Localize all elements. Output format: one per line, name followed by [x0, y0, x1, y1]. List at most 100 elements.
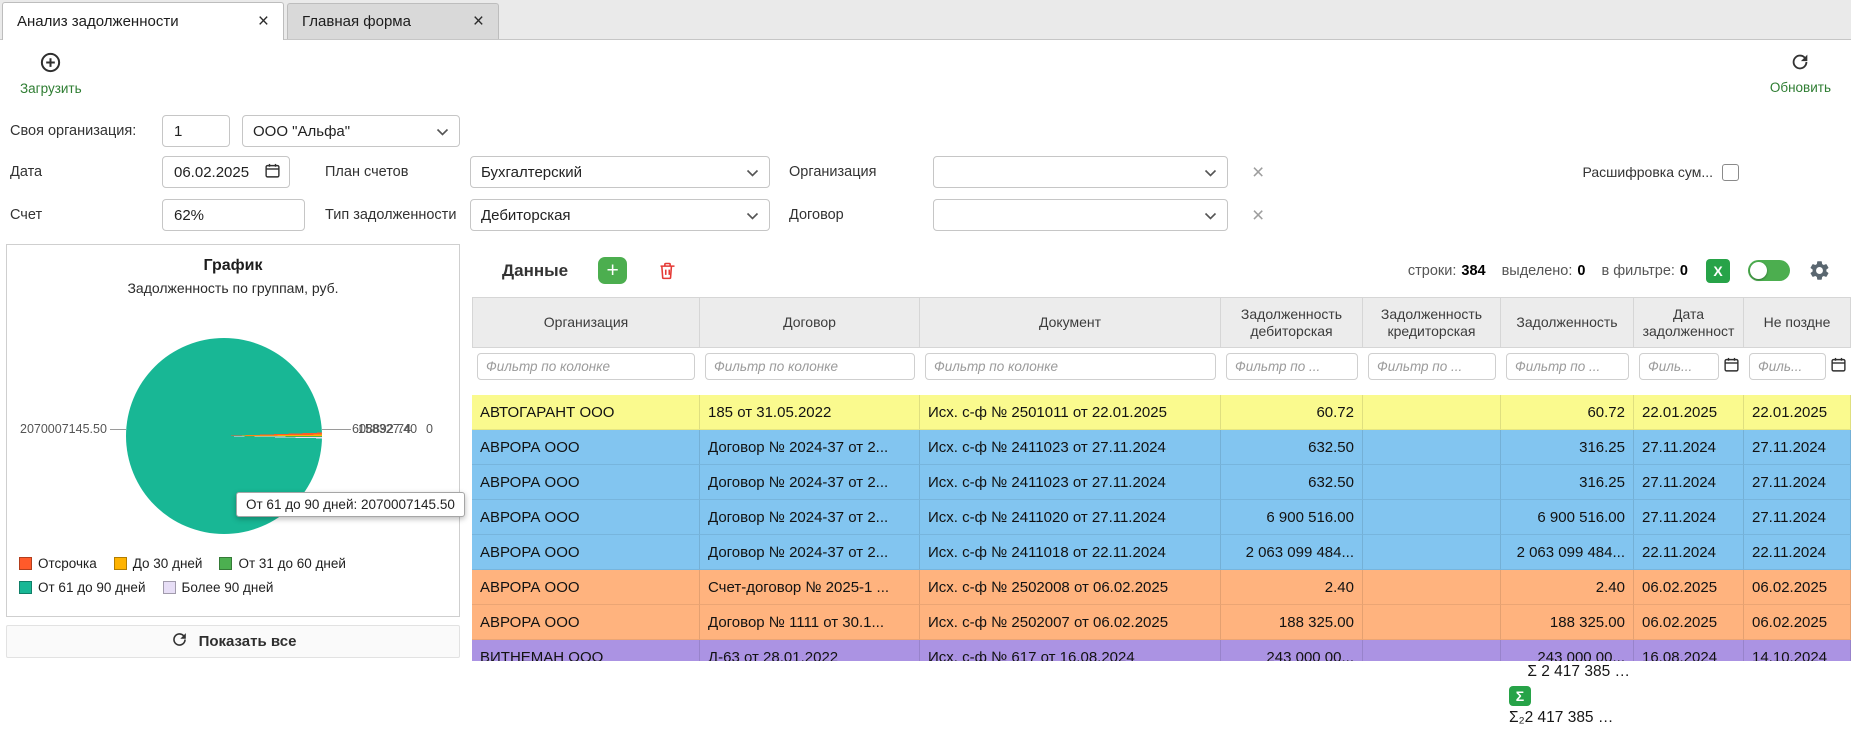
pie-label-right: 0	[426, 422, 433, 436]
legend-item: До 30 дней	[114, 556, 203, 571]
date-input[interactable]	[172, 163, 259, 182]
cell-contract: Договор № 2024-37 от 2...	[700, 430, 920, 465]
cell-credit	[1363, 535, 1501, 570]
column-filter-input[interactable]	[477, 353, 695, 380]
load-button[interactable]: Загрузить	[20, 51, 82, 96]
add-row-button[interactable]: +	[598, 257, 627, 284]
refresh-button[interactable]: Обновить	[1770, 51, 1831, 95]
close-icon[interactable]: ×	[246, 12, 269, 31]
column-filter-input[interactable]	[1506, 353, 1629, 380]
cell-credit	[1363, 500, 1501, 535]
accounts-plan-select[interactable]: Бухгалтерский	[470, 156, 770, 188]
account-input[interactable]	[172, 206, 295, 225]
cell-not-later: 22.11.2024	[1744, 535, 1851, 570]
own-org-code-input[interactable]	[172, 122, 220, 141]
chevron-down-icon	[1204, 164, 1217, 181]
delete-row-button[interactable]	[657, 260, 678, 281]
column-filter-input[interactable]	[1749, 353, 1826, 380]
column-header[interactable]: Задолженность дебиторская	[1221, 297, 1363, 348]
debt-sum-secondary: Σ₂2 417 385 …	[1509, 709, 1613, 727]
table-row[interactable]: АВТОГАРАНТ ООО 185 от 31.05.2022 Исх. с-…	[472, 395, 1851, 430]
debt-type-value: Дебиторская	[481, 207, 571, 224]
table-row[interactable]: АВРОРА ООО Договор № 2024-37 от 2... Исх…	[472, 535, 1851, 570]
table-row[interactable]: АВРОРА ООО Договор № 2024-37 от 2... Исх…	[472, 500, 1851, 535]
sigma-icon[interactable]: Σ	[1509, 686, 1531, 706]
cell-date: 06.02.2025	[1634, 570, 1744, 605]
cell-debt: 2 063 099 484...	[1501, 535, 1634, 570]
column-header[interactable]: Документ	[920, 297, 1221, 348]
column-header[interactable]: Дата задолженност	[1634, 297, 1744, 348]
cell-credit	[1363, 395, 1501, 430]
table-row[interactable]: ВИТНЕМАН ООО Д-63 от 28.01.2022 Исх. с-ф…	[472, 640, 1851, 661]
cell-debit: 243 000 00...	[1221, 640, 1363, 661]
cell-debit: 188 325.00	[1221, 605, 1363, 640]
table-row[interactable]: АВРОРА ООО Договор № 2024-37 от 2... Исх…	[472, 465, 1851, 500]
cell-date: 22.11.2024	[1634, 535, 1744, 570]
filters-panel: Своя организация: ООО "Альфа" Дата План …	[0, 106, 1851, 242]
cell-org: АВРОРА ООО	[472, 570, 700, 605]
legend-swatch-31-60	[219, 557, 232, 570]
cell-org: ВИТНЕМАН ООО	[472, 640, 700, 661]
own-org-value: ООО "Альфа"	[253, 123, 350, 140]
refresh-icon	[1789, 51, 1811, 77]
cell-not-later: 06.02.2025	[1744, 605, 1851, 640]
show-all-button[interactable]: Показать все	[6, 625, 460, 658]
cell-not-later: 27.11.2024	[1744, 430, 1851, 465]
clear-contract-icon[interactable]: ×	[1252, 205, 1264, 226]
tab-debt-analysis[interactable]: Анализ задолженности ×	[2, 2, 284, 40]
organization-select[interactable]	[933, 156, 1228, 188]
cell-credit	[1363, 570, 1501, 605]
column-filter-input[interactable]	[925, 353, 1216, 380]
cell-doc: Исх. с-ф № 2411023 от 27.11.2024	[920, 430, 1221, 465]
filtered-count: в фильтре:0	[1601, 263, 1688, 279]
chart-legend: Отсрочка До 30 дней От 31 до 60 дней От …	[19, 556, 346, 595]
column-filter-input[interactable]	[705, 353, 915, 380]
cell-credit	[1363, 465, 1501, 500]
rows-count: строки:384	[1408, 263, 1486, 279]
calendar-icon[interactable]	[1831, 357, 1846, 376]
column-header[interactable]: Договор	[700, 297, 920, 348]
cell-doc: Исх. с-ф № 2502007 от 06.02.2025	[920, 605, 1221, 640]
cell-credit	[1363, 640, 1501, 661]
date-field[interactable]	[162, 156, 290, 188]
table-footer: Σ 2 417 385 … Σ Σ₂2 417 385 …	[472, 663, 1851, 727]
legend-swatch-bolee90	[163, 581, 176, 594]
table-row[interactable]: АВРОРА ООО Договор № 2024-37 от 2... Исх…	[472, 430, 1851, 465]
column-header[interactable]: Задолженность кредиторская	[1363, 297, 1501, 348]
table-row[interactable]: АВРОРА ООО Счет-договор № 2025-1 ... Исх…	[472, 570, 1851, 605]
column-header[interactable]: Организация	[472, 297, 700, 348]
cell-doc: Исх. с-ф № 2411023 от 27.11.2024	[920, 465, 1221, 500]
cell-not-later: 14.10.2024	[1744, 640, 1851, 661]
decode-sum-checkbox[interactable]	[1722, 164, 1739, 181]
tab-label: Главная форма	[302, 13, 411, 30]
legend-swatch-otsrochka	[19, 557, 32, 570]
calendar-icon[interactable]	[1724, 357, 1739, 376]
gear-icon[interactable]	[1808, 259, 1831, 282]
column-filter-input[interactable]	[1226, 353, 1358, 380]
account-field[interactable]	[162, 199, 305, 231]
own-org-label: Своя организация:	[10, 123, 162, 139]
cell-debit: 6 900 516.00	[1221, 500, 1363, 535]
column-filter-input[interactable]	[1639, 353, 1719, 380]
toggle-knob	[1750, 262, 1767, 279]
own-org-select[interactable]: ООО "Альфа"	[242, 115, 460, 147]
contract-select[interactable]	[933, 199, 1228, 231]
clear-organization-icon[interactable]: ×	[1252, 162, 1264, 183]
cell-date: 27.11.2024	[1634, 430, 1744, 465]
cell-doc: Исх. с-ф № 2411018 от 22.11.2024	[920, 535, 1221, 570]
color-toggle[interactable]	[1748, 260, 1790, 281]
contract-label: Договор	[789, 207, 933, 223]
export-excel-icon[interactable]: X	[1706, 259, 1730, 283]
own-org-code-field[interactable]	[162, 115, 230, 147]
table-row[interactable]: АВРОРА ООО Договор № 1111 от 30.1... Исх…	[472, 605, 1851, 640]
column-header[interactable]: Задолженность	[1501, 297, 1634, 348]
tab-main-form[interactable]: Главная форма ×	[287, 3, 499, 39]
column-header[interactable]: Не поздне	[1744, 297, 1851, 348]
close-icon[interactable]: ×	[461, 12, 484, 31]
tab-label: Анализ задолженности	[17, 13, 179, 30]
column-filter-input[interactable]	[1368, 353, 1496, 380]
show-all-label: Показать все	[199, 633, 297, 650]
cell-not-later: 27.11.2024	[1744, 500, 1851, 535]
calendar-icon[interactable]	[265, 163, 280, 182]
debt-type-select[interactable]: Дебиторская	[470, 199, 770, 231]
